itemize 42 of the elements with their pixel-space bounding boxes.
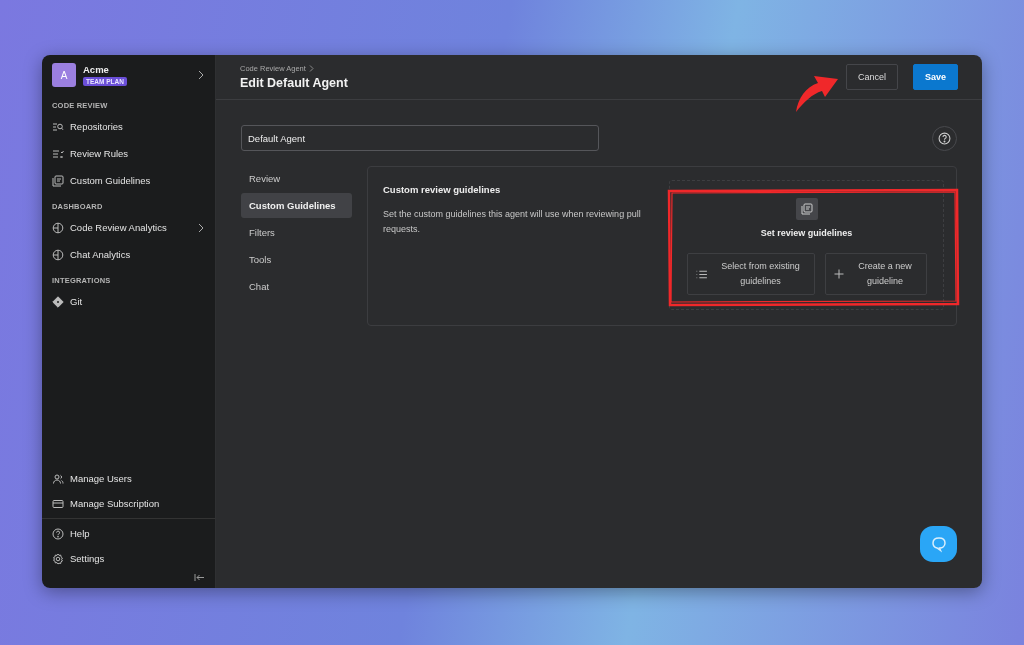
collapse-sidebar-icon[interactable]	[194, 573, 205, 582]
card-title: Custom review guidelines	[383, 184, 502, 195]
card-description: Set the custom guidelines this agent will use when reviewing pull requests.	[383, 208, 642, 236]
git-icon	[52, 295, 64, 308]
chat-button[interactable]	[920, 526, 957, 562]
chevron-right-icon[interactable]	[197, 70, 205, 80]
agent-name-field[interactable]: Default Agent	[241, 125, 599, 151]
cancel-button[interactable]: Cancel	[845, 64, 898, 90]
sidebar-item[interactable]: Custom Guidelines	[42, 167, 215, 194]
chart-globe-icon	[52, 248, 64, 261]
sidebar-item[interactable]: Manage Users	[42, 466, 215, 491]
chevron-right-icon	[308, 65, 314, 72]
save-button[interactable]: Save	[912, 64, 958, 90]
sidebar-item[interactable]: Review Rules	[42, 140, 215, 167]
plus-icon	[832, 268, 845, 280]
document-stack-icon	[52, 174, 64, 187]
empty-state-title: Set review guidelines	[760, 228, 853, 238]
sidebar-item[interactable]: Manage Subscription	[42, 491, 215, 516]
sidebar-item[interactable]: Help	[42, 521, 215, 546]
option-button[interactable]: Select from existing guidelines	[686, 253, 815, 295]
sidebar-item[interactable]: Code Review Analytics	[42, 214, 215, 241]
document-stack-icon	[795, 198, 818, 220]
settings-tab[interactable]: Chat	[241, 274, 352, 299]
workspace-name: Acme	[83, 64, 110, 75]
option-button[interactable]: Create a new guideline	[824, 253, 927, 295]
settings-tab[interactable]: Custom Guidelines	[241, 193, 352, 218]
settings-icon	[52, 552, 64, 565]
help-icon	[52, 527, 64, 540]
sidebar-item[interactable]: Settings	[42, 546, 215, 571]
settings-tab[interactable]: Review	[241, 166, 352, 191]
page-title: Edit Default Agent	[240, 76, 349, 90]
settings-tab[interactable]: Tools	[241, 247, 352, 272]
sidebar-item[interactable]: Git	[42, 288, 215, 315]
speech-bubble-icon	[929, 535, 948, 553]
search-list-icon	[52, 120, 64, 133]
sidebar-item[interactable]: Chat Analytics	[42, 241, 215, 268]
credit-card-icon	[52, 497, 64, 510]
list-check-icon	[52, 147, 64, 160]
users-icon	[52, 472, 64, 485]
sidebar-item[interactable]: Repositories	[42, 113, 215, 140]
chart-globe-icon	[52, 221, 64, 234]
settings-tab[interactable]: Filters	[241, 220, 352, 245]
